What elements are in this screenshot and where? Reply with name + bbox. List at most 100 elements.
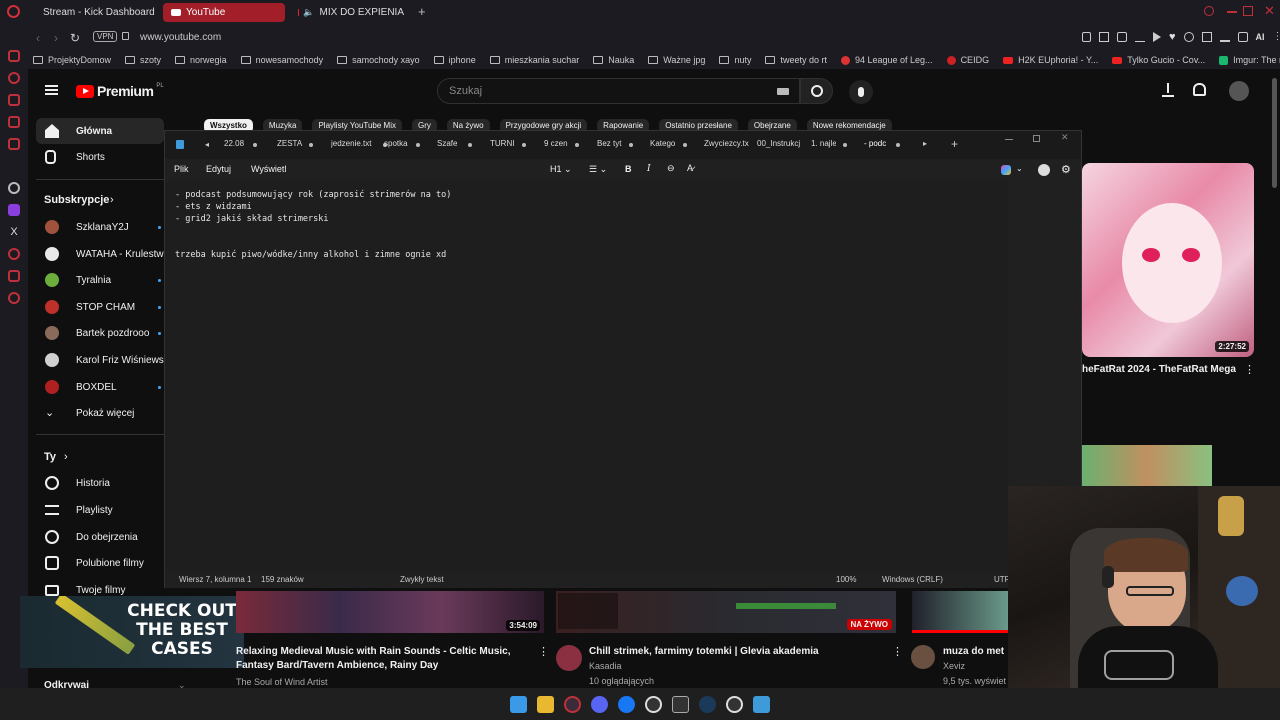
notifications-bell-icon[interactable] — [1193, 83, 1206, 96]
list-icon[interactable]: ☰ ⌄ — [589, 164, 607, 175]
bookmark-item[interactable]: nuty — [719, 55, 751, 65]
chatgpt-icon[interactable] — [8, 182, 20, 194]
url-field[interactable]: www.youtube.com — [140, 32, 221, 43]
workspace-icon[interactable] — [8, 50, 20, 62]
bookmark-item[interactable]: Tylko Gucio - Cov... — [1112, 55, 1205, 65]
notepad-tab[interactable]: 00_Instrukcj — [757, 139, 803, 148]
scroll-tabs-left-icon[interactable]: ◂ — [205, 140, 209, 149]
menu-file[interactable]: Plik — [174, 164, 189, 174]
downloads-icon[interactable] — [1219, 32, 1230, 42]
notepad-tab[interactable]: jedzenie.txt — [331, 139, 377, 148]
pin-icon[interactable] — [1082, 32, 1091, 42]
channel-avatar[interactable] — [911, 645, 935, 669]
video-thumbnail[interactable] — [912, 591, 1008, 633]
speaker-icon[interactable]: 🔈 — [303, 7, 314, 18]
notepad-tab-active[interactable]: - podc — [864, 139, 890, 148]
bookmark-item[interactable]: H2K EUphoria! - Y... — [1003, 55, 1098, 65]
video-title[interactable]: heFatRat 2024 - TheFatRat Mega — [1082, 364, 1242, 375]
close-window-button[interactable]: ✕ — [1264, 3, 1275, 19]
back-icon[interactable]: ‹ — [36, 31, 40, 45]
page-scrollbar[interactable] — [1272, 78, 1277, 188]
sidebar-item-history[interactable]: Historia — [28, 470, 164, 496]
notepad-tab[interactable]: TURNI — [490, 139, 516, 148]
sidebar-item-subscription[interactable]: Bartek pozdrooo — [28, 320, 164, 346]
video-thumbnail[interactable]: 3:54:09 — [236, 591, 544, 633]
bookmark-item[interactable]: norwegia — [175, 55, 227, 65]
video-title[interactable]: muza do met — [943, 645, 1008, 659]
subscriptions-header[interactable]: Subskrypcje › — [28, 187, 164, 213]
sidebar-item-liked[interactable]: Polubione filmy — [28, 550, 164, 576]
share-icon[interactable] — [1183, 32, 1194, 42]
messenger-icon[interactable] — [8, 116, 20, 128]
facebook-icon[interactable] — [618, 695, 635, 713]
bookmark-item[interactable]: samochody xayo — [337, 55, 420, 65]
twitch-icon[interactable] — [8, 204, 20, 216]
notepad-tab[interactable]: Bez tyt — [597, 139, 622, 148]
minimize-button[interactable] — [1227, 11, 1237, 13]
voice-search-button[interactable] — [849, 80, 873, 104]
sidebar-item-subscription[interactable]: BOXDEL — [28, 374, 164, 400]
menu-edit[interactable]: Edytuj — [206, 164, 231, 174]
new-tab-button[interactable]: + — [951, 137, 958, 151]
video-thumbnail[interactable]: 2:27:52 — [1082, 163, 1254, 357]
scroll-tabs-right-icon[interactable]: ▸ — [923, 139, 927, 148]
text-format[interactable]: Zwykły tekst — [400, 575, 444, 584]
upload-icon[interactable] — [1162, 83, 1174, 97]
bold-icon[interactable]: B — [625, 164, 632, 174]
bookmark-item[interactable]: Imgur: The most a... — [1219, 55, 1280, 65]
sidebar-item-subscription[interactable]: SzklanaY2J — [28, 214, 164, 240]
extensions-icon[interactable] — [1201, 32, 1212, 42]
account-avatar[interactable] — [1229, 81, 1249, 101]
bookmark-item[interactable]: CEIDG — [946, 55, 989, 65]
opera-logo-icon[interactable] — [7, 5, 20, 18]
sidebar-item-subscription[interactable]: Tyralnia — [28, 267, 164, 293]
notepad-tab[interactable]: 22.08 r — [224, 139, 246, 148]
bookmark-item[interactable]: ProjektyDomow — [33, 55, 111, 65]
notepad-tab[interactable]: Szafe — [437, 139, 461, 148]
bookmark-item[interactable]: tweety do rt — [765, 55, 827, 65]
forward-icon[interactable]: › — [54, 31, 58, 45]
show-more-button[interactable]: ⌄ Pokaż więcej — [28, 400, 164, 426]
keyboard-icon[interactable] — [777, 88, 789, 95]
browser-tab-mix[interactable]: 🔈 MIX DO EXPIENIA — [290, 3, 412, 22]
download-icon[interactable] — [1135, 32, 1145, 42]
settings-gear-icon[interactable]: ⚙ — [1061, 163, 1071, 176]
heading-dropdown[interactable]: H1 ⌄ — [550, 164, 572, 175]
bookmark-item[interactable]: iphone — [433, 55, 476, 65]
menu-icon[interactable]: ⋮ — [1273, 32, 1280, 42]
maximize-button[interactable] — [1033, 135, 1040, 142]
sidebar-item-subscription[interactable]: STOP CHAM — [28, 294, 164, 320]
opera-icon[interactable] — [564, 695, 581, 713]
video-menu-icon[interactable]: ⋮ — [892, 645, 903, 658]
link-icon[interactable]: ⊖ — [667, 163, 675, 174]
sidebar-item-shorts[interactable]: Shorts — [28, 144, 164, 170]
sidebar-item-subscription[interactable]: WATAHA - Krulestwo — [28, 241, 169, 267]
terminal-icon[interactable] — [672, 695, 689, 713]
browser-tab-kick[interactable]: Stream - Kick Dashboard — [30, 3, 158, 22]
sidebar-item-home[interactable]: Główna — [36, 118, 164, 144]
x-twitter-icon[interactable]: X — [10, 226, 17, 238]
notepad-tab[interactable]: Zwyciezcy.tx — [704, 139, 750, 148]
maximize-button[interactable] — [1243, 6, 1253, 16]
channel-name[interactable]: Kasadia — [589, 661, 622, 671]
video-title[interactable]: Relaxing Medieval Music with Rain Sounds… — [236, 645, 526, 673]
clock-icon[interactable] — [8, 248, 20, 260]
play-icon[interactable] — [1153, 32, 1161, 42]
notepad-tab[interactable]: spotka — [384, 139, 408, 148]
discord-icon[interactable] — [591, 695, 608, 713]
snapshot-icon[interactable] — [1237, 32, 1248, 42]
bookmark-item[interactable]: 94 League of Leg... — [840, 55, 933, 65]
notepad-text-area[interactable]: - podcast podsumowujący rok (zaprosić st… — [165, 181, 1008, 573]
video-thumbnail[interactable] — [1082, 445, 1212, 487]
bookmark-item[interactable]: szoty — [125, 55, 161, 65]
account-icon[interactable] — [1038, 164, 1050, 176]
notepad-tab[interactable]: 1. najle — [811, 139, 836, 148]
heart-icon[interactable]: ♥ — [1169, 32, 1176, 43]
steam-icon[interactable] — [699, 695, 716, 713]
vpn-badge[interactable]: VPN — [93, 31, 118, 42]
player-icon[interactable] — [8, 270, 20, 282]
sidebar-item-subscription[interactable]: Karol Friz Wiśniewski — [28, 347, 171, 373]
notepad-tab[interactable]: ZESTA — [277, 139, 303, 148]
menu-view[interactable]: Wyświetl — [251, 164, 286, 174]
search-button[interactable] — [800, 78, 833, 104]
